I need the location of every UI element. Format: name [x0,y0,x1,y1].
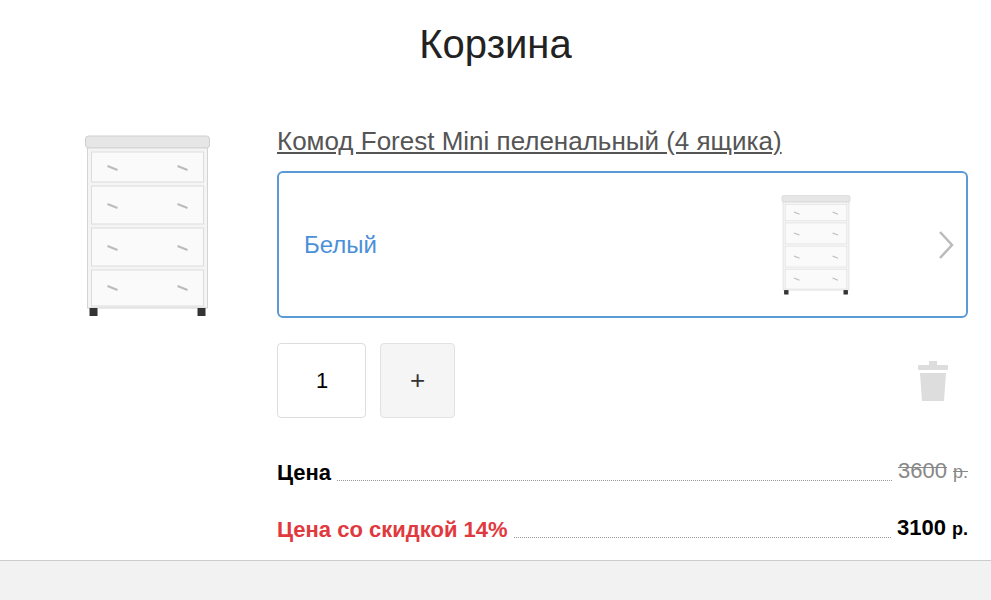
trash-icon[interactable] [916,359,950,403]
price-value: 3600 р. [898,456,968,488]
chevron-right-icon [936,228,956,262]
quantity-input[interactable]: 1 [277,343,366,418]
variant-thumbnail [776,190,856,300]
plus-button[interactable]: + [380,343,455,418]
variant-select[interactable]: Белый [277,171,968,318]
cart-title: Корзина [0,18,991,70]
price-row: Цена 3600 р. [277,456,968,488]
quantity-row: 1+ [277,343,968,418]
bottom-bar [0,560,991,600]
dotted-leader [337,480,892,481]
price-row: Цена со скидкой 14% 3100 р. [277,513,968,545]
price-amount: 3600 [898,458,947,483]
price-amount: 3100 [897,515,946,540]
variant-label: Белый [304,227,776,263]
dotted-leader [514,537,891,538]
price-value: 3100 р. [897,513,968,545]
cart-item: Комод Forest Mini пеленальный (4 ящика) Б… [0,126,991,545]
price-list: Цена 3600 р. Цена со скидкой 14% 3100 р. [277,456,968,545]
price-currency: р. [953,462,968,482]
product-image[interactable] [75,126,220,326]
price-label: Цена со скидкой 14% [277,515,508,545]
price-currency: р. [952,519,968,539]
price-label: Цена [277,458,331,488]
product-link[interactable]: Комод Forest Mini пеленальный (4 ящика) [277,126,968,156]
